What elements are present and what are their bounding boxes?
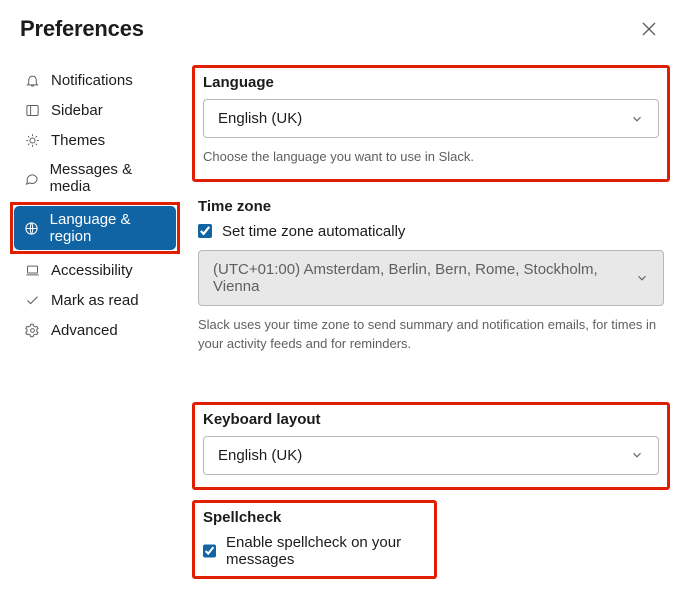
content-area: Language English (UK) Choose the languag…	[180, 52, 680, 579]
spellcheck-checkbox[interactable]	[203, 544, 216, 558]
globe-icon	[23, 219, 40, 237]
chevron-down-icon	[630, 448, 644, 462]
close-button[interactable]	[638, 18, 660, 40]
timezone-helper: Slack uses your time zone to send summar…	[198, 316, 664, 354]
spellcheck-checkbox-label: Enable spellcheck on your messages	[226, 534, 426, 568]
timezone-select[interactable]: (UTC+01:00) Amsterdam, Berlin, Bern, Rom…	[198, 250, 664, 306]
sidebar-item-themes[interactable]: Themes	[14, 126, 176, 154]
keyboard-label: Keyboard layout	[203, 411, 659, 428]
highlight-language-section: Language English (UK) Choose the languag…	[192, 65, 670, 182]
highlight-sidebar-language: Language & region	[10, 202, 180, 254]
timezone-auto-label: Set time zone automatically	[222, 223, 405, 240]
sidebar-item-label: Accessibility	[51, 262, 133, 279]
sidebar-item-label: Notifications	[51, 72, 133, 89]
highlight-spellcheck-section: Spellcheck Enable spellcheck on your mes…	[192, 500, 437, 579]
chevron-down-icon	[635, 271, 649, 285]
close-icon	[642, 22, 656, 36]
sidebar-item-label: Themes	[51, 132, 105, 149]
check-icon	[23, 291, 41, 309]
message-icon	[23, 169, 40, 187]
timezone-value: (UTC+01:00) Amsterdam, Berlin, Bern, Rom…	[213, 261, 635, 295]
sidebar-item-label: Language & region	[50, 211, 167, 245]
sidebar-item-markread[interactable]: Mark as read	[14, 286, 176, 314]
sidebar-item-label: Sidebar	[51, 102, 103, 119]
language-helper: Choose the language you want to use in S…	[203, 148, 659, 167]
sidebar-item-messages[interactable]: Messages & media	[14, 156, 176, 200]
sun-icon	[23, 131, 41, 149]
timezone-label: Time zone	[198, 198, 664, 215]
gear-icon	[23, 321, 41, 339]
highlight-keyboard-section: Keyboard layout English (UK)	[192, 402, 670, 490]
chevron-down-icon	[630, 112, 644, 126]
keyboard-value: English (UK)	[218, 447, 302, 464]
bell-icon	[23, 71, 41, 89]
sidebar-item-language[interactable]: Language & region	[14, 206, 176, 250]
timezone-auto-checkbox[interactable]	[198, 224, 212, 238]
panel-icon	[23, 101, 41, 119]
laptop-icon	[23, 261, 41, 279]
sidebar-item-accessibility[interactable]: Accessibility	[14, 256, 176, 284]
sidebar-item-label: Mark as read	[51, 292, 139, 309]
page-title: Preferences	[20, 16, 144, 42]
sidebar: Notifications Sidebar Themes Messages & …	[0, 52, 180, 579]
language-value: English (UK)	[218, 110, 302, 127]
keyboard-select[interactable]: English (UK)	[203, 436, 659, 475]
sidebar-item-sidebar[interactable]: Sidebar	[14, 96, 176, 124]
language-select[interactable]: English (UK)	[203, 99, 659, 138]
sidebar-item-label: Advanced	[51, 322, 118, 339]
sidebar-item-label: Messages & media	[50, 161, 167, 195]
language-label: Language	[203, 74, 659, 91]
spellcheck-label: Spellcheck	[203, 509, 426, 526]
sidebar-item-advanced[interactable]: Advanced	[14, 316, 176, 344]
sidebar-item-notifications[interactable]: Notifications	[14, 66, 176, 94]
